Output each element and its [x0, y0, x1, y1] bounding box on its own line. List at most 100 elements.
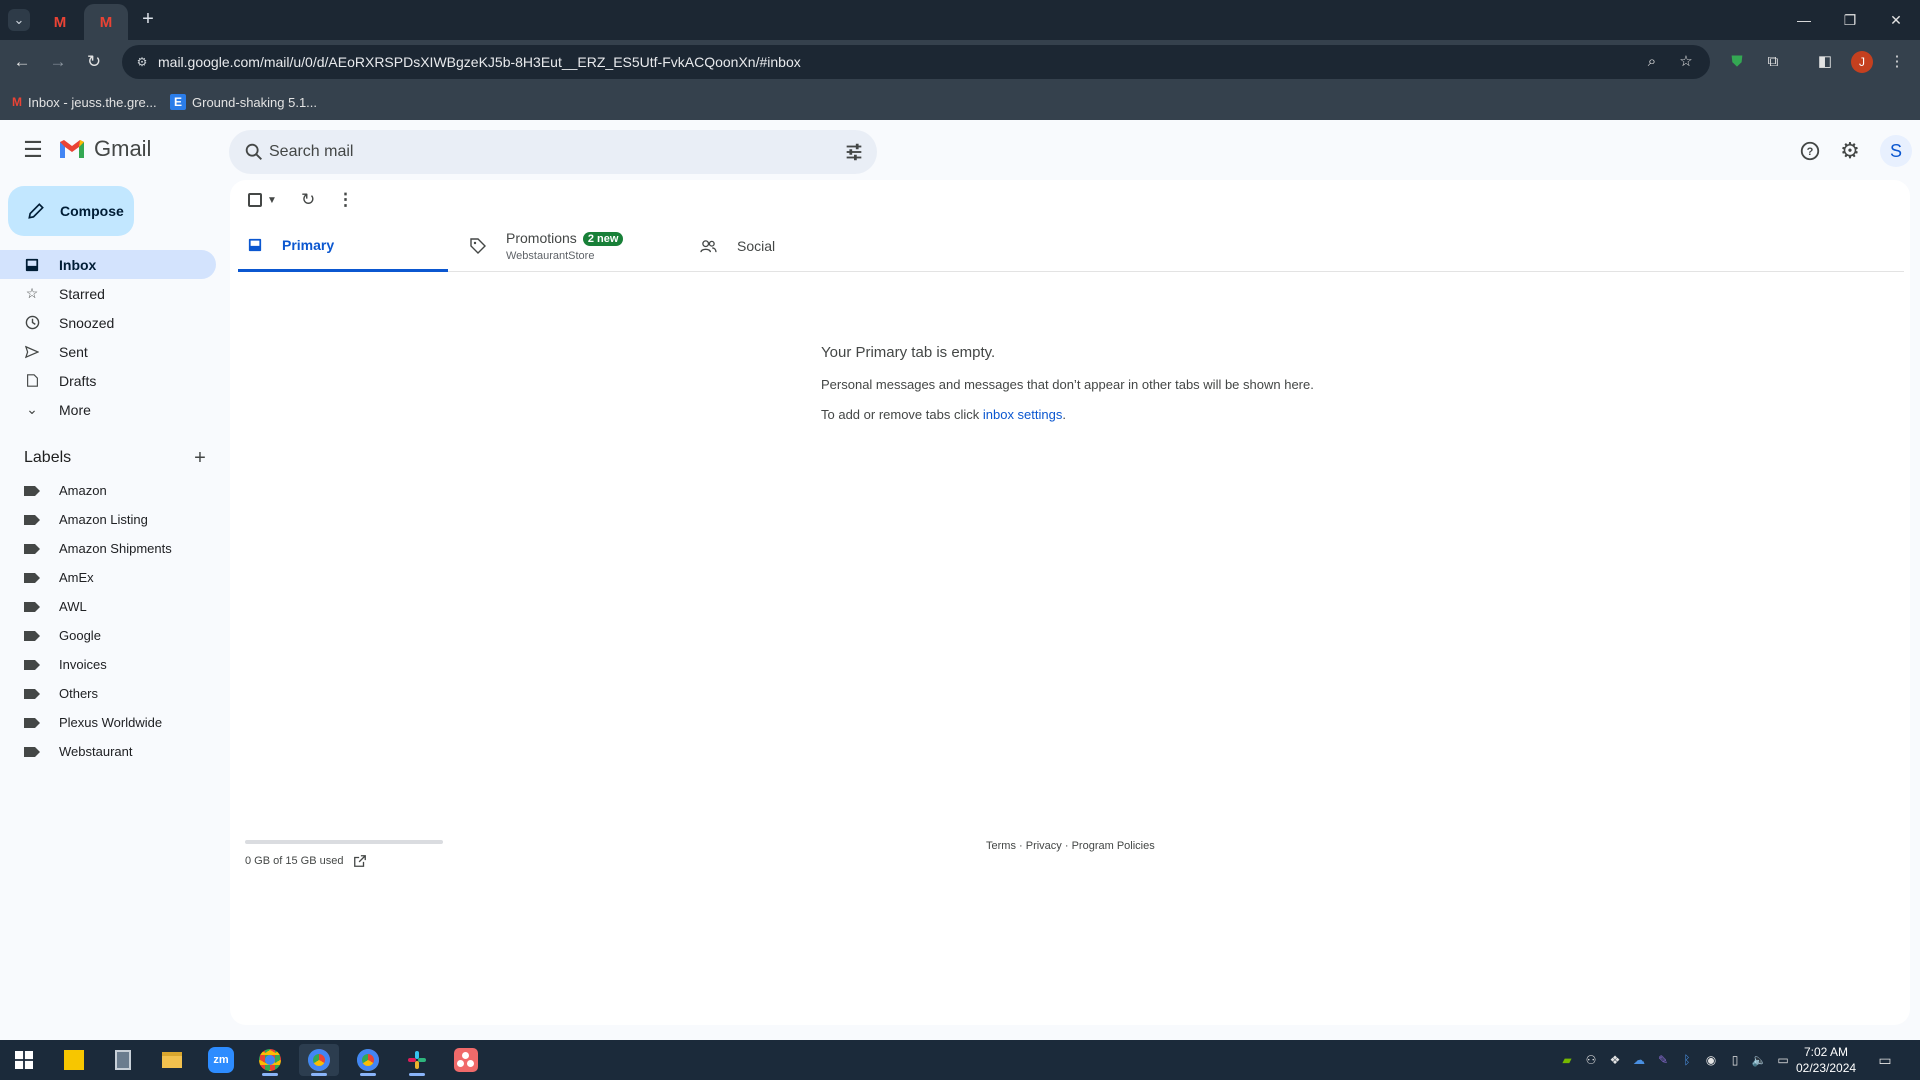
sidebar-item-sent[interactable]: Sent — [0, 337, 216, 366]
tab-label: Promotions — [506, 230, 577, 246]
inbox-icon — [24, 257, 40, 273]
gmail-logo[interactable]: Gmail — [58, 136, 151, 162]
file-explorer-icon[interactable] — [152, 1044, 192, 1076]
open-external-icon[interactable] — [353, 854, 367, 868]
compose-button[interactable]: Compose — [8, 186, 134, 236]
label-item[interactable]: Amazon — [0, 476, 216, 505]
terms-link[interactable]: Terms — [986, 840, 1016, 852]
tab-search-button[interactable]: ⌄ — [8, 9, 30, 31]
browser-profile-avatar[interactable]: J — [1851, 51, 1873, 73]
clock-icon — [24, 315, 40, 331]
label-tag-icon — [24, 514, 40, 525]
omnibox[interactable]: ⚙ mail.google.com/mail/u/0/d/AEoRXRSPDsX… — [122, 45, 1710, 79]
gmail-favicon-icon: M — [99, 13, 113, 31]
label-item[interactable]: Google — [0, 621, 216, 650]
bookmarks-bar: M Inbox - jeuss.the.gre... E Ground-shak… — [0, 84, 1920, 120]
inbox-settings-link[interactable]: inbox settings — [983, 407, 1063, 422]
back-arrow-icon[interactable]: ← — [10, 50, 34, 74]
cloud-tray-icon[interactable]: ☁ — [1630, 1050, 1648, 1070]
settings-gear-icon[interactable]: ⚙ — [1836, 137, 1864, 165]
meeting-tray-icon[interactable]: ⚇ — [1582, 1050, 1600, 1070]
search-options-icon[interactable] — [843, 141, 865, 163]
label-item[interactable]: AWL — [0, 592, 216, 621]
browser-menu-icon[interactable]: ⋮ — [1885, 50, 1909, 74]
forward-arrow-icon[interactable]: → — [46, 50, 70, 74]
reload-icon[interactable]: ↻ — [82, 50, 106, 74]
dropbox-tray-icon[interactable]: ❖ — [1606, 1050, 1624, 1070]
refresh-icon[interactable]: ↻ — [301, 190, 315, 210]
search-bar[interactable] — [229, 130, 877, 174]
chrome-profile-2-icon[interactable] — [299, 1044, 339, 1076]
url-text[interactable]: mail.google.com/mail/u/0/d/AEoRXRSPDsXIW… — [158, 54, 801, 70]
side-panel-icon[interactable]: ◧ — [1813, 50, 1837, 74]
bluetooth-icon[interactable]: ᛒ — [1678, 1050, 1696, 1070]
search-input[interactable] — [269, 130, 809, 174]
zoom-app-icon[interactable]: zm — [201, 1044, 241, 1076]
label-name: Invoices — [59, 657, 107, 672]
tab-social[interactable]: Social — [700, 220, 910, 272]
zoom-tray-icon[interactable]: ◉ — [1702, 1050, 1720, 1070]
gmail-favicon-icon: M — [53, 13, 67, 31]
pen-tray-icon[interactable]: ✎ — [1654, 1050, 1672, 1070]
address-bar-row: ← → ↻ ⚙ mail.google.com/mail/u/0/d/AEoRX… — [0, 40, 1920, 84]
label-name: Others — [59, 686, 99, 701]
label-item[interactable]: Invoices — [0, 650, 216, 679]
add-label-icon[interactable]: + — [190, 448, 210, 468]
new-tab-button[interactable]: + — [136, 8, 160, 32]
slack-icon[interactable] — [397, 1044, 437, 1076]
browser-tab-gmail-1[interactable]: M — [44, 4, 76, 40]
calculator-icon[interactable] — [103, 1044, 143, 1076]
tab-primary[interactable]: Primary — [238, 220, 448, 272]
sidebar-item-drafts[interactable]: Drafts — [0, 366, 216, 395]
labels-title: Labels — [24, 449, 72, 466]
restore-window-icon[interactable]: ❐ — [1832, 6, 1868, 34]
label-item[interactable]: Plexus Worldwide — [0, 708, 216, 737]
main-menu-icon[interactable]: ☰ — [20, 137, 46, 163]
battery-icon[interactable]: ▯ — [1726, 1050, 1744, 1070]
program-policies-link[interactable]: Program Policies — [1072, 840, 1155, 852]
network-icon[interactable]: ▭ — [1774, 1050, 1792, 1070]
system-clock[interactable]: 7:02 AM 02/23/2024 — [1796, 1044, 1856, 1076]
more-options-icon[interactable]: ⋮ — [337, 190, 354, 210]
hint-text: To add or remove tabs click — [821, 407, 983, 422]
sidebar-item-starred[interactable]: ☆ Starred — [0, 279, 216, 308]
select-all-checkbox[interactable]: ▼ — [248, 190, 277, 210]
tag-icon — [470, 238, 486, 254]
sidebar-item-inbox[interactable]: Inbox — [0, 250, 216, 279]
asana-icon[interactable] — [446, 1044, 486, 1076]
notifications-icon[interactable]: ▭ — [1876, 1050, 1894, 1070]
sticky-notes-icon[interactable] — [54, 1044, 94, 1076]
account-avatar[interactable]: S — [1880, 135, 1912, 167]
sidebar-item-label: More — [59, 401, 91, 418]
search-icon[interactable] — [243, 141, 265, 163]
site-info-icon[interactable]: ⚙ — [132, 52, 152, 72]
chrome-profile-1-icon[interactable] — [250, 1044, 290, 1076]
label-item[interactable]: AmEx — [0, 563, 216, 592]
label-name: Google — [59, 628, 101, 643]
extensions-puzzle-icon[interactable]: ⧉ — [1761, 50, 1785, 74]
label-tag-icon — [24, 659, 40, 670]
privacy-link[interactable]: Privacy — [1026, 840, 1062, 852]
tab-promotions[interactable]: Promotions 2 new WebstaurantStore — [470, 220, 680, 272]
chrome-profile-3-icon[interactable] — [348, 1044, 388, 1076]
label-item[interactable]: Others — [0, 679, 216, 708]
bookmark-star-icon[interactable]: ☆ — [1676, 52, 1696, 72]
label-item[interactable]: Amazon Shipments — [0, 534, 216, 563]
volume-icon[interactable]: 🔈 — [1750, 1050, 1768, 1070]
label-item[interactable]: Amazon Listing — [0, 505, 216, 534]
label-tag-icon — [24, 630, 40, 641]
nvidia-tray-icon[interactable]: ▰ — [1558, 1050, 1576, 1070]
sidebar-item-snoozed[interactable]: Snoozed — [0, 308, 216, 337]
windows-start-icon[interactable] — [4, 1044, 44, 1076]
label-tag-icon — [24, 601, 40, 612]
bookmark-inbox[interactable]: M Inbox - jeuss.the.gre... — [12, 93, 157, 111]
minimize-icon[interactable]: — — [1786, 6, 1822, 34]
extension-shield-icon[interactable]: ⛊ — [1725, 50, 1749, 74]
close-window-icon[interactable]: ✕ — [1878, 6, 1914, 34]
bookmark-ground-shaking[interactable]: E Ground-shaking 5.1... — [170, 93, 317, 111]
zoom-icon[interactable]: ⌕ — [1642, 52, 1662, 72]
sidebar-item-more[interactable]: ⌄ More — [0, 395, 216, 424]
label-item[interactable]: Webstaurant — [0, 737, 216, 766]
browser-tab-gmail-2[interactable]: M — [84, 4, 128, 40]
help-icon[interactable]: ? — [1796, 137, 1824, 165]
